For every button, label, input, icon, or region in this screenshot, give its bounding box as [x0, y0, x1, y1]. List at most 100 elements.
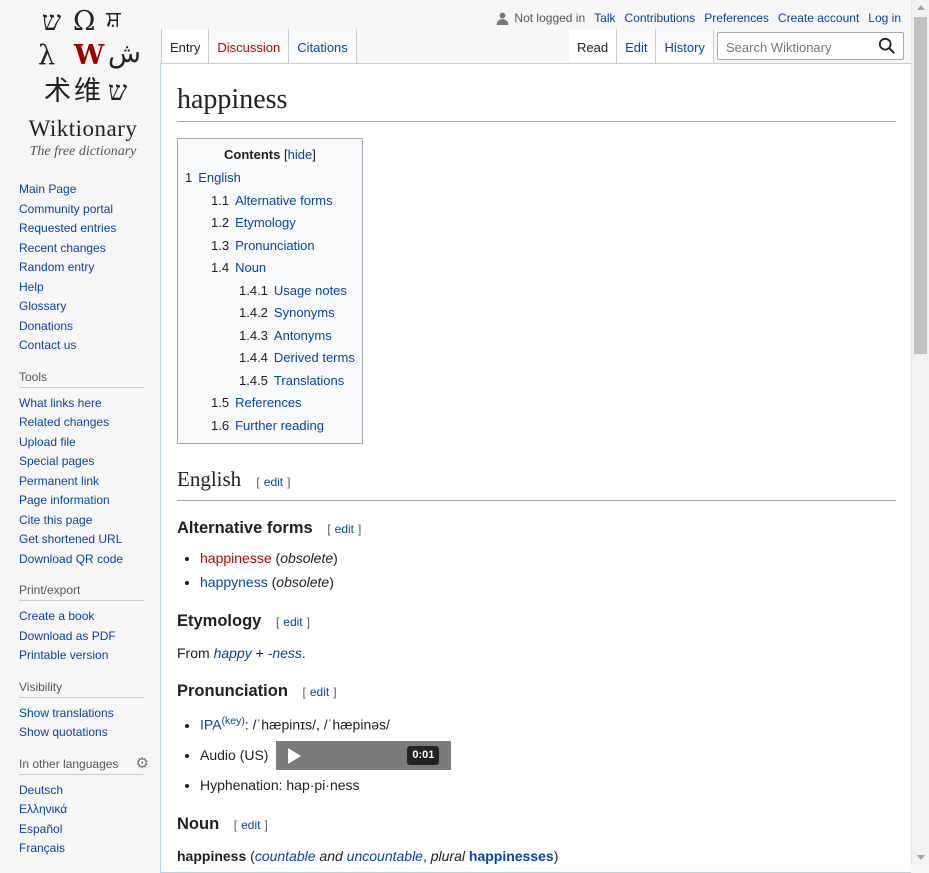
alt-form-link[interactable]: happyness — [200, 574, 268, 590]
sidebar-item-main-page[interactable]: Main Page — [19, 182, 76, 196]
preferences-link[interactable]: Preferences — [704, 11, 769, 25]
toc-item-link[interactable]: References — [235, 395, 301, 410]
play-icon[interactable] — [288, 748, 302, 765]
toc-item-link[interactable]: Pronunciation — [235, 238, 315, 253]
toc-item[interactable]: 1.4.1 Usage notes — [185, 280, 355, 303]
toc-item-link[interactable]: Derived terms — [274, 350, 355, 365]
toc-item-link[interactable]: Usage notes — [274, 283, 347, 298]
sidebar-item-glossary[interactable]: Glossary — [19, 299, 66, 313]
logo-tagline: The free dictionary — [29, 144, 137, 159]
sidebar-item-what-links-here[interactable]: What links here — [19, 396, 102, 410]
sidebar-item-recent-changes[interactable]: Recent changes — [19, 241, 106, 255]
sidebar-item-lang-francais[interactable]: Français — [19, 841, 65, 855]
toc-item[interactable]: 1.4 Noun — [185, 257, 355, 280]
sidebar-item-create-a-book[interactable]: Create a book — [19, 609, 94, 623]
edit-pronunciation-link[interactable]: edit — [310, 685, 329, 699]
toc-item[interactable]: 1.6 Further reading — [185, 415, 355, 438]
etymology-text: From happy + -ness. — [177, 642, 911, 664]
toc-item[interactable]: 1.4.5 Translations — [185, 370, 355, 393]
sidebar-item-donations[interactable]: Donations — [19, 319, 73, 333]
search-input[interactable] — [724, 34, 878, 60]
toc-item-link[interactable]: Synonyms — [274, 305, 335, 320]
wiktionary-logo[interactable]: ש Ω ਸ਼ λ W ش 术 维 ש Wiktionary The free d… — [14, 4, 148, 164]
sidebar-item-lang-deutsch[interactable]: Deutsch — [19, 783, 63, 797]
edit-noun-link[interactable]: edit — [241, 818, 260, 832]
ipa-link[interactable]: IPA — [200, 717, 222, 733]
toc-item-link[interactable]: Antonyms — [274, 328, 332, 343]
sidebar-item-printable-version[interactable]: Printable version — [19, 648, 108, 662]
sidebar-item-upload-file[interactable]: Upload file — [19, 435, 76, 449]
toc-hide-link[interactable]: hide — [288, 147, 313, 162]
uncountable-link[interactable]: uncountable — [347, 848, 423, 864]
plural-link[interactable]: happinesses — [469, 848, 554, 864]
talk-link[interactable]: Talk — [594, 11, 615, 25]
tab-citations[interactable]: Citations — [289, 29, 357, 63]
sidebar-item-page-information[interactable]: Page information — [19, 493, 110, 507]
edit-etymology-link[interactable]: edit — [283, 615, 302, 629]
toc-item[interactable]: 1.5 References — [185, 392, 355, 415]
sidebar-item-cite-this-page[interactable]: Cite this page — [19, 513, 92, 527]
sidebar-item-contact-us[interactable]: Contact us — [19, 338, 76, 352]
vertical-scrollbar[interactable] — [911, 0, 929, 865]
scroll-down-arrow-icon[interactable] — [917, 855, 925, 860]
sidebar-item-download-as-pdf[interactable]: Download as PDF — [19, 629, 116, 643]
sidebar-item-download-qr-code[interactable]: Download QR code — [19, 552, 123, 566]
toc-item[interactable]: 1.4.2 Synonyms — [185, 302, 355, 325]
toc-item-link[interactable]: English — [198, 170, 241, 185]
toc-item[interactable]: 1.1 Alternative forms — [185, 190, 355, 213]
pronunciation-heading: Pronunciation — [177, 682, 288, 700]
toc-item-number: 1.6 — [211, 417, 230, 433]
scrollbar-thumb[interactable] — [914, 17, 927, 354]
audio-player[interactable]: 0:01 — [276, 741, 452, 771]
tab-entry[interactable]: Entry — [161, 29, 210, 63]
toc-item-link[interactable]: Noun — [235, 260, 266, 275]
toc-item[interactable]: 1 English — [185, 167, 355, 190]
languages-heading-text: In other languages — [19, 756, 119, 771]
etymology-ness-link[interactable]: -ness — [268, 645, 302, 661]
audio-duration: 0:01 — [407, 746, 440, 766]
edit-alt-forms-link[interactable]: edit — [335, 522, 354, 536]
toc-item[interactable]: 1.4.4 Derived terms — [185, 347, 355, 370]
sidebar-item-show-quotations[interactable]: Show quotations — [19, 725, 108, 739]
toc-item-link[interactable]: Alternative forms — [235, 193, 333, 208]
toc-item[interactable]: 1.3 Pronunciation — [185, 235, 355, 258]
logo-glyph: W — [74, 40, 105, 71]
sidebar-item-permanent-link[interactable]: Permanent link — [19, 474, 99, 488]
tab-discussion-label: Discussion — [217, 40, 281, 55]
sidebar-item-requested-entries[interactable]: Requested entries — [19, 221, 116, 235]
tab-read[interactable]: Read — [569, 29, 618, 63]
sidebar-item-random-entry[interactable]: Random entry — [19, 260, 94, 274]
scroll-up-arrow-icon[interactable] — [917, 5, 925, 10]
alt-form-link[interactable]: happinesse — [200, 550, 272, 566]
log-in-link[interactable]: Log in — [868, 11, 901, 25]
sidebar-item-show-translations[interactable]: Show translations — [19, 706, 114, 720]
sidebar-item-lang-espanol[interactable]: Español — [19, 822, 62, 836]
toc-item-number: 1.2 — [211, 215, 230, 230]
sidebar-item-help[interactable]: Help — [19, 280, 44, 294]
sidebar-item-get-shortened-url[interactable]: Get shortened URL — [19, 532, 122, 546]
toc-item-number: 1.3 — [211, 237, 230, 253]
create-account-link[interactable]: Create account — [778, 11, 859, 25]
countable-link[interactable]: countable — [255, 848, 316, 864]
toc-item-link[interactable]: Etymology — [235, 215, 296, 230]
tab-discussion[interactable]: Discussion — [209, 29, 290, 63]
toc-item[interactable]: 1.4.3 Antonyms — [185, 325, 355, 348]
tab-edit[interactable]: Edit — [617, 29, 657, 63]
contributions-link[interactable]: Contributions — [624, 11, 695, 25]
search-icon[interactable] — [878, 37, 896, 55]
sidebar-item-special-pages[interactable]: Special pages — [19, 454, 94, 468]
noun-headword-line: happiness (countable and uncountable, pl… — [177, 847, 559, 864]
toc-item-link[interactable]: Translations — [274, 373, 344, 388]
alt-forms-heading: Alternative forms — [177, 519, 313, 537]
ipa-key-link[interactable]: (key) — [222, 715, 245, 727]
sidebar-item-community-portal[interactable]: Community portal — [19, 202, 113, 216]
gear-icon[interactable]: ⚙ — [136, 754, 149, 772]
sidebar-item-related-changes[interactable]: Related changes — [19, 415, 109, 429]
toc-item[interactable]: 1.2 Etymology — [185, 212, 355, 235]
etymology-happy-link[interactable]: happy — [214, 645, 252, 661]
tab-history[interactable]: History — [656, 29, 714, 63]
edit-english-link[interactable]: edit — [264, 475, 283, 489]
toc-title: Contents [hide] — [185, 147, 355, 162]
sidebar-item-lang-greek[interactable]: Ελληνικά — [19, 802, 67, 816]
toc-item-link[interactable]: Further reading — [235, 418, 324, 433]
